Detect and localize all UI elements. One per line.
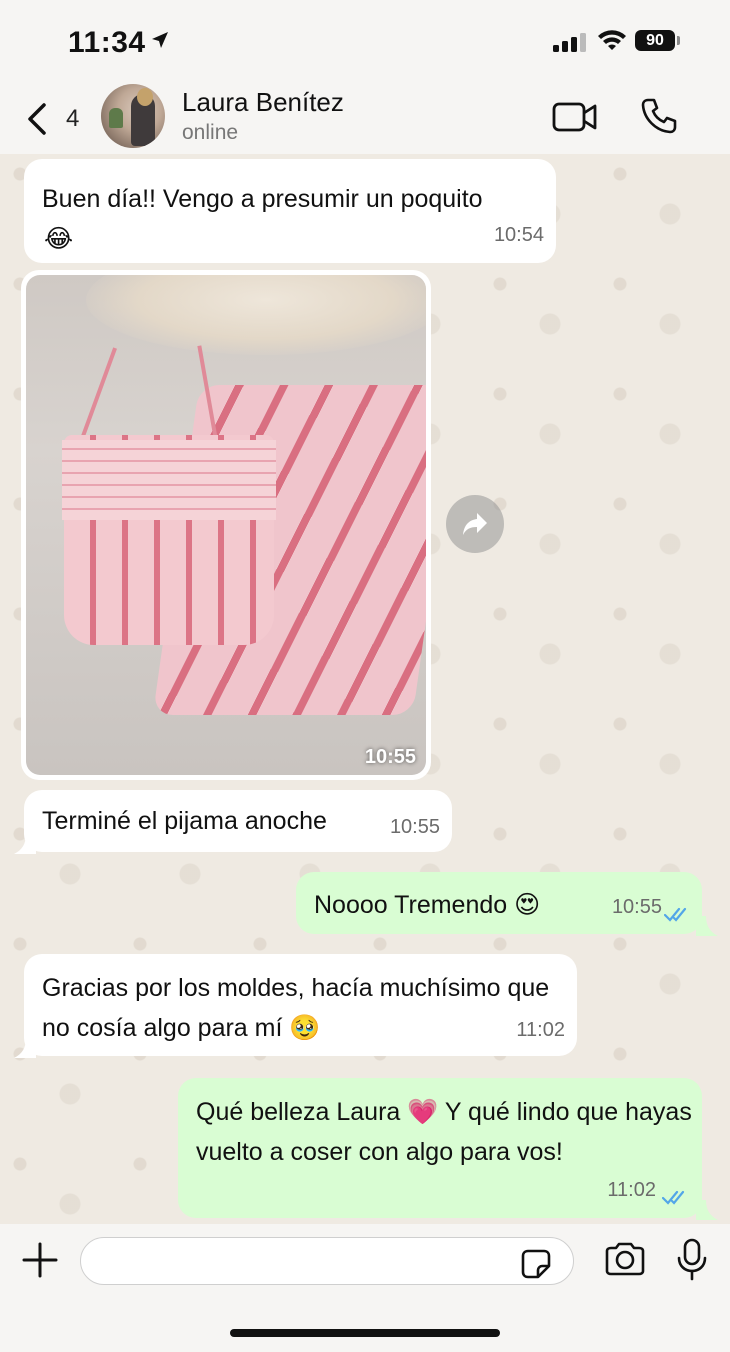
message-text: Terminé el pijama anoche	[42, 807, 327, 835]
message-input[interactable]	[80, 1237, 574, 1285]
message-time: 11:02	[516, 1019, 565, 1041]
location-arrow-icon	[152, 32, 168, 48]
message-bubble-incoming[interactable]: Terminé el pijama anoche 10:55	[24, 790, 452, 852]
back-unread-count[interactable]: 4	[66, 105, 79, 133]
signal-icon	[553, 33, 586, 52]
message-bubble-outgoing[interactable]: Noooo Tremendo 😍 10:55	[296, 872, 702, 934]
bubble-tail	[14, 1038, 36, 1058]
message-time: 10:55	[389, 816, 440, 838]
home-indicator[interactable]	[230, 1329, 500, 1337]
chat-area[interactable]: Buen día!! Vengo a presumir un poquito 😂…	[0, 154, 730, 1224]
message-text: Buen día!! Vengo a presumir un poquito	[42, 185, 483, 213]
message-time: 10:55	[611, 896, 662, 918]
status-time: 11:34	[68, 26, 146, 59]
microphone-icon[interactable]	[676, 1238, 708, 1282]
bubble-tail	[696, 1200, 718, 1220]
chat-header: 4 Laura Benítez online	[0, 84, 730, 154]
message-bubble-outgoing[interactable]: Qué belleza Laura 💗 Y qué lindo que haya…	[178, 1078, 702, 1218]
pajama-photo[interactable]: 10:55	[26, 275, 426, 775]
forward-button[interactable]	[446, 495, 504, 553]
plus-icon[interactable]	[20, 1240, 60, 1280]
contact-avatar[interactable]	[101, 84, 165, 148]
bubble-tail	[696, 916, 718, 936]
contact-status: online	[182, 121, 239, 144]
bubble-tail	[14, 834, 36, 854]
sticker-icon[interactable]	[520, 1248, 552, 1280]
status-bar: 11:34 90	[0, 0, 730, 84]
message-bubble-incoming[interactable]: Buen día!! Vengo a presumir un poquito 😂…	[24, 159, 556, 263]
read-receipt-icon	[662, 1190, 685, 1205]
voice-call-icon[interactable]	[640, 97, 678, 135]
battery-cap	[677, 36, 680, 45]
message-emoji: 😂	[44, 225, 74, 253]
video-call-icon[interactable]	[552, 101, 598, 133]
message-time: 11:02	[607, 1179, 656, 1201]
message-text: Noooo Tremendo 😍	[314, 891, 541, 919]
image-message[interactable]: 10:55	[21, 270, 431, 780]
message-time: 10:54	[493, 224, 544, 246]
message-time: 10:55	[364, 746, 416, 768]
contact-name[interactable]: Laura Benítez	[182, 87, 344, 118]
back-chevron-icon[interactable]	[24, 102, 48, 136]
wifi-icon	[598, 30, 626, 50]
message-text: Qué belleza Laura 💗 Y qué lindo que haya…	[196, 1098, 692, 1166]
battery-indicator: 90	[635, 30, 675, 51]
message-bubble-incoming[interactable]: Gracias por los moldes, hacía muchísimo …	[24, 954, 577, 1056]
camera-icon[interactable]	[603, 1241, 647, 1277]
forward-icon	[463, 513, 487, 535]
read-receipt-icon	[664, 907, 687, 922]
message-text: Gracias por los moldes, hacía muchísimo …	[42, 974, 550, 1042]
